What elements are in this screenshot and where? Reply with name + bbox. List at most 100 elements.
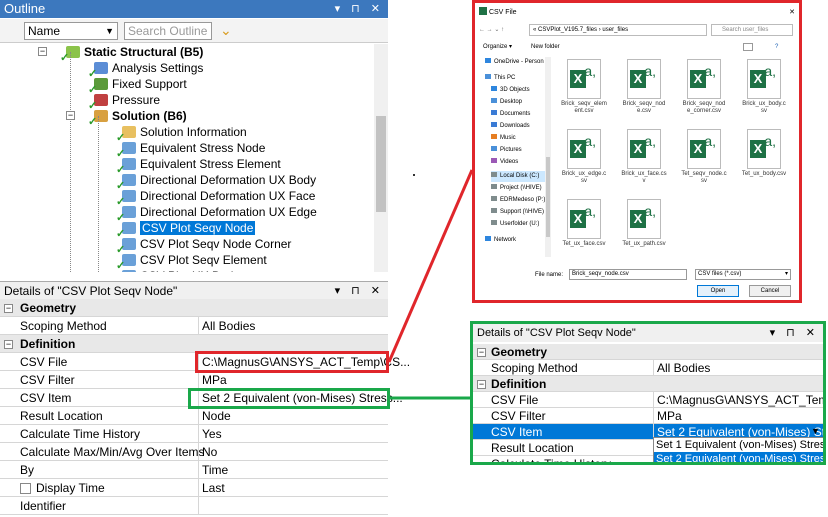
property-row[interactable]: CSV File C:\MagnusG\ANSYS_ACT_Temp\CS... [473,392,823,408]
folder-icon [485,58,491,63]
file-label: Brick_ux_edge.csv [561,171,607,184]
property-key: Calculate Time History [491,457,612,465]
folder-icon [491,158,497,163]
file-name-row: File name: Brick_seqv_node.csv CSV files… [535,269,795,281]
nav-item[interactable]: Support (\\HIVE) [491,207,544,218]
nav-item[interactable]: Network [485,235,516,246]
csv-file-item[interactable]: Xa, Tet_ux_face.csv [561,199,607,248]
file-type-select[interactable]: CSV files (*.csv) ▾ [695,269,791,280]
csv-file-item[interactable]: Xa, Tet_ux_body.csv [741,129,787,178]
file-label: Tet_ux_face.csv [562,241,606,247]
property-value[interactable]: C:\MagnusG\ANSYS_ACT_Temp\CS... [657,392,823,408]
property-key: CSV Filter [491,409,546,423]
nav-item[interactable]: Documents [491,109,530,120]
nav-item[interactable]: EDRMedeso (P:) [491,195,545,206]
path-box[interactable]: « CSVPlot_V195.7_files › user_files [529,24,707,36]
nav-scrollbar[interactable] [545,57,551,257]
file-label: Brick_ux_face.csv [621,171,667,184]
folder-icon [491,172,497,177]
file-label: Brick_seqv_element.csv [561,101,607,114]
csv-file-item[interactable]: Xa, Brick_ux_edge.csv [561,129,607,185]
new-folder-button[interactable]: New folder [531,41,560,53]
excel-csv-icon: Xa, [567,59,601,99]
dropdown-option-1[interactable]: Set 1 Equivalent (von-Mises) Stress ( [654,438,823,452]
nav-item[interactable]: Pictures [491,145,522,156]
nav-item[interactable]: Userfolder (U:) [491,219,539,230]
excel-csv-icon: Xa, [747,129,781,169]
stray-dot [413,174,415,176]
excel-csv-icon: Xa, [567,199,601,239]
property-value[interactable]: All Bodies [657,360,710,376]
organize-button[interactable]: Organize ▾ [483,44,512,50]
property-key: Geometry [491,345,548,359]
folder-icon [491,98,497,103]
nav-item[interactable]: Videos [491,157,518,168]
file-name-input[interactable]: Brick_seqv_node.csv [569,269,687,280]
property-value[interactable]: MPa [657,408,682,424]
folder-icon [491,208,497,213]
file-label: Tet_seqv_node.csv [681,171,727,184]
dialog-app-icon [479,7,487,15]
folder-icon [491,196,497,201]
csv-item-dropdown[interactable]: Set 1 Equivalent (von-Mises) Stress ( Se… [653,437,823,462]
file-label: Brick_seqv_node.csv [622,101,666,114]
folder-icon [485,74,491,79]
nav-arrows[interactable]: ← → ⌄ ↑ [479,27,504,33]
search-files-input[interactable]: Search user_files [711,24,793,36]
file-label: Brick_ux_body.csv [742,101,786,114]
nav-item[interactable]: Local Disk (C:) [491,171,551,182]
nav-item[interactable]: Downloads [491,121,530,132]
excel-csv-icon: Xa, [687,59,721,99]
property-key: Definition [491,377,547,391]
collapse-toggle-icon[interactable]: − [477,347,486,357]
csv-file-item[interactable]: Xa, Tet_seqv_node.csv [681,129,727,185]
property-row[interactable]: − Geometry [473,344,823,360]
close-icon[interactable]: ✕ [789,7,795,19]
property-row[interactable]: − Definition [473,376,823,392]
csv-file-item[interactable]: Xa, Brick_ux_body.csv [741,59,787,115]
excel-csv-icon: Xa, [687,129,721,169]
file-label: Tet_ux_path.csv [622,241,666,247]
zoom-header: Details of "CSV Plot Seqv Node" ▾ ⊓ ✕ [473,324,823,342]
help-icon[interactable]: ? [775,41,778,53]
nav-item[interactable]: Desktop [491,97,522,108]
dialog-titlebar: CSV File ✕ [479,7,799,19]
nav-item[interactable]: OneDrive - Person [485,57,544,68]
folder-icon [491,86,497,91]
dropdown-option-2[interactable]: Set 2 Equivalent (von-Mises) Stress ( [654,452,823,462]
excel-csv-icon: Xa, [567,129,601,169]
folder-icon [491,220,497,225]
folder-icon [491,184,497,189]
property-row[interactable]: CSV Filter MPa [473,408,823,424]
csv-file-item[interactable]: Xa, Brick_ux_face.csv [621,129,667,185]
zoomed-details: Details of "CSV Plot Seqv Node" ▾ ⊓ ✕ − G… [470,321,826,465]
cancel-button[interactable]: Cancel [749,285,791,297]
nav-item[interactable]: 3D Objects [491,85,530,96]
nav-pane: OneDrive - Person This PC 3D Objects Deskto… [485,57,553,257]
property-key: CSV Item [491,425,543,439]
property-row[interactable]: Scoping Method All Bodies [473,360,823,376]
collapse-toggle-icon[interactable]: − [477,379,486,389]
csv-file-item[interactable]: Xa, Brick_seqv_element.csv [561,59,607,115]
zoom-window-icons[interactable]: ▾ ⊓ ✕ [770,324,819,342]
file-label: Tet_ux_body.csv [741,171,787,177]
dialog-toolbar: Organize ▾ New folder ? [483,41,799,53]
view-icon[interactable] [743,43,753,51]
folder-icon [491,146,497,151]
nav-item[interactable]: This PC [485,73,515,84]
property-key: Scoping Method [491,361,578,375]
csv-file-item[interactable]: Xa, Tet_ux_path.csv [621,199,667,248]
csv-file-item[interactable]: Xa, Brick_seqv_node.csv [621,59,667,115]
file-label: Brick_seqv_node_corner.csv [682,101,726,114]
excel-csv-icon: Xa, [627,199,661,239]
nav-item[interactable]: Project (\\HIVE) [491,183,542,194]
folder-icon [491,122,497,127]
excel-csv-icon: Xa, [627,59,661,99]
chevron-down-icon[interactable]: ▼ [811,426,820,436]
address-bar: ← → ⌄ ↑ « CSVPlot_V195.7_files › user_fi… [479,23,799,37]
csv-file-item[interactable]: Xa, Brick_seqv_node_corner.csv [681,59,727,115]
open-button[interactable]: Open [697,285,739,297]
nav-item[interactable]: Music [491,133,516,144]
property-key: CSV File [491,393,539,407]
property-key: Result Location [491,441,574,455]
